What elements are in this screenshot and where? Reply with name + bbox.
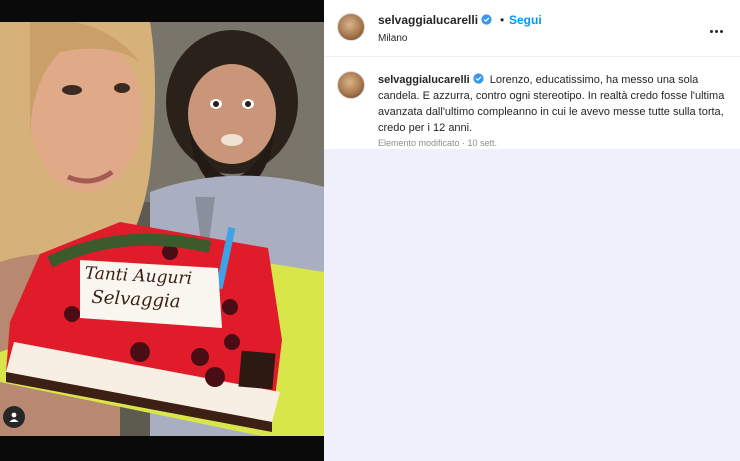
post-side-panel: selvaggialucarelli • Segui Milano selvag… [324, 0, 740, 461]
follow-button[interactable]: Segui [509, 13, 542, 27]
post-header: selvaggialucarelli • Segui Milano [324, 0, 740, 57]
post-photo-panel: Tanti Auguri Selvaggia [0, 0, 324, 461]
post-username[interactable]: selvaggialucarelli [378, 13, 492, 27]
caption-username[interactable]: selvaggialucarelli [378, 74, 470, 86]
caption-avatar[interactable] [337, 71, 365, 99]
comments-area [324, 149, 740, 461]
post-photo[interactable]: Tanti Auguri Selvaggia [0, 22, 324, 436]
more-horizontal-icon[interactable] [710, 20, 726, 34]
avatar[interactable] [337, 13, 365, 41]
caption: selvaggialucarelli Lorenzo, educatissimo… [378, 72, 728, 136]
post-meta: Elemento modificato · 10 sett. [378, 138, 498, 148]
user-tag-icon[interactable] [3, 406, 25, 428]
verified-badge-icon [481, 14, 492, 25]
caption-area: selvaggialucarelli Lorenzo, educatissimo… [324, 57, 740, 149]
location-link[interactable]: Milano [378, 33, 407, 44]
verified-badge-icon [473, 73, 484, 84]
separator-dot: • [500, 13, 505, 27]
username-text[interactable]: selvaggialucarelli [378, 13, 478, 27]
photo-illustration [0, 22, 324, 436]
